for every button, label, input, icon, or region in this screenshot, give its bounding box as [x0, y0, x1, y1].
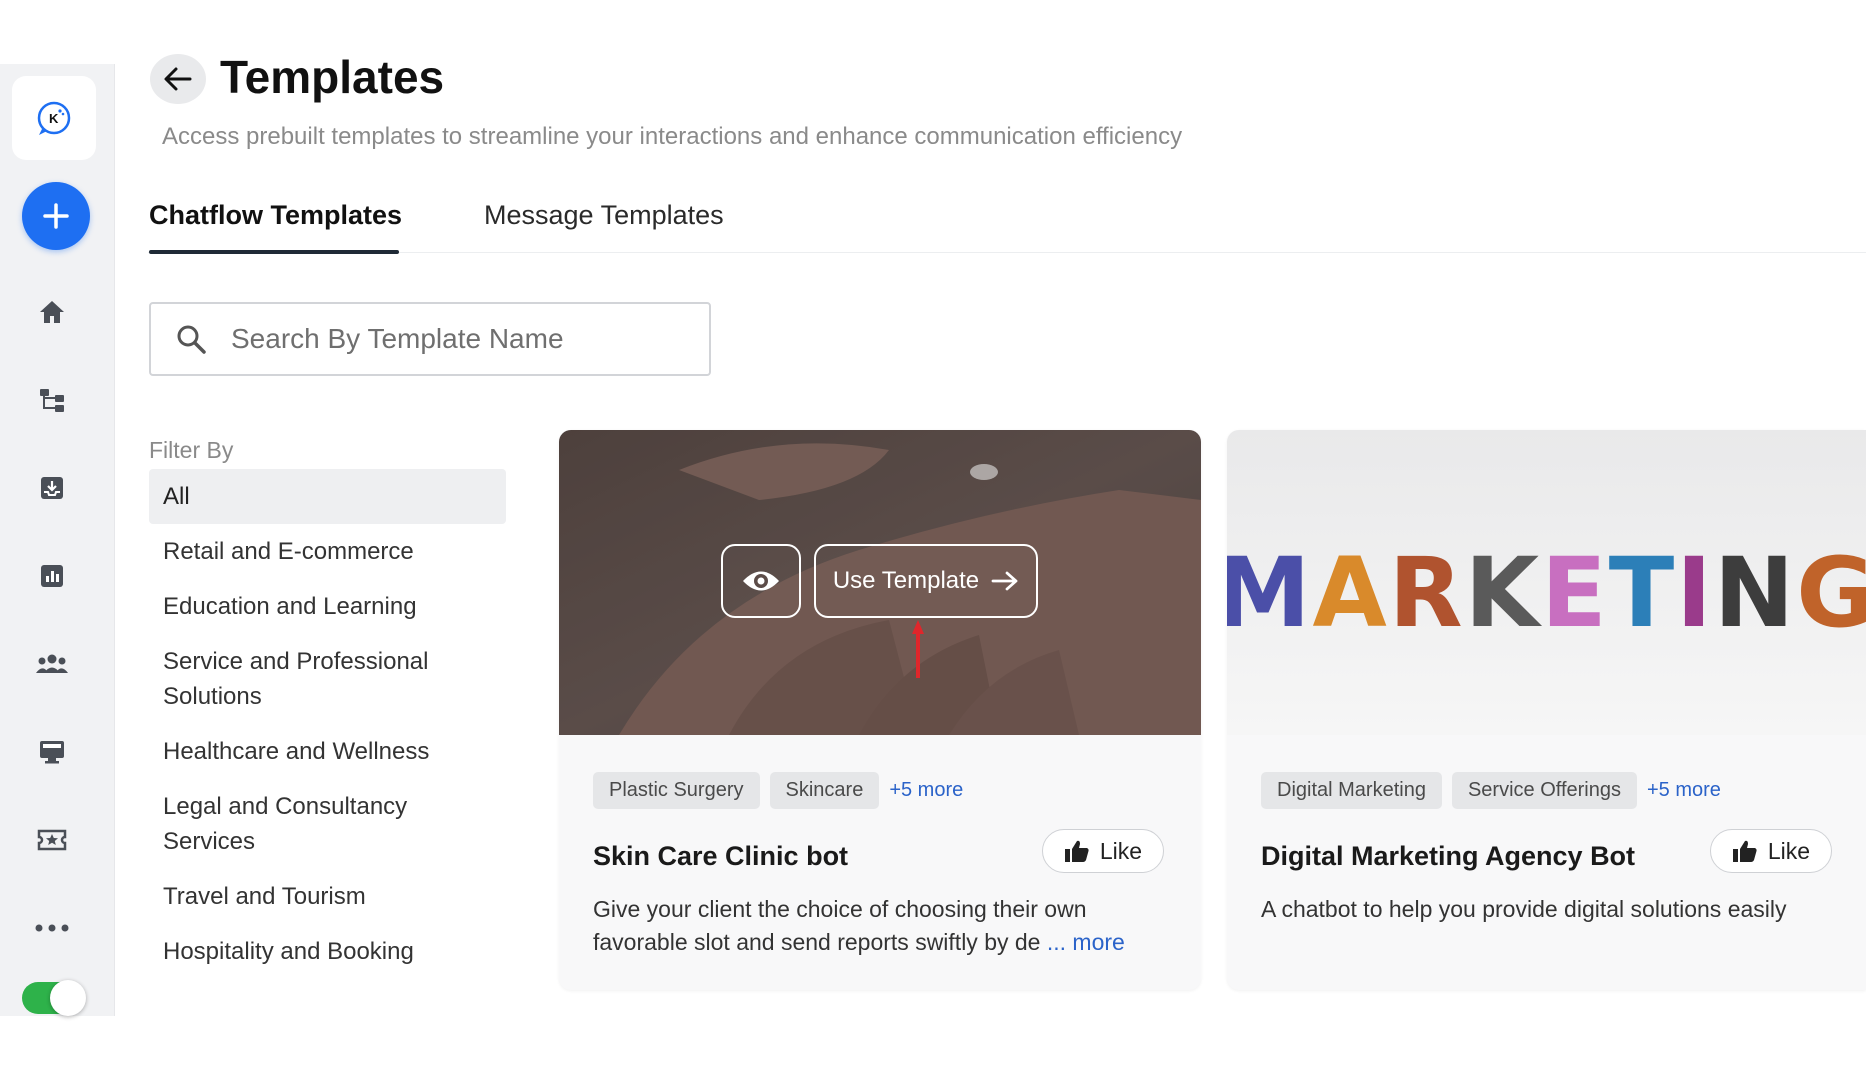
filter-label: Filter By — [149, 437, 234, 463]
tag-skincare[interactable]: Skincare — [769, 772, 880, 809]
more-icon — [35, 924, 69, 932]
like-label: Like — [1767, 837, 1811, 864]
filter-item-education[interactable]: Education and Learning — [149, 579, 506, 634]
eye-icon — [743, 571, 779, 591]
description-line: favorable slot and send reports swiftly … — [593, 926, 1125, 959]
use-template-button[interactable]: Use Template — [814, 544, 1038, 618]
card-description: A chatbot to help you provide digital so… — [1261, 893, 1787, 926]
ticket-icon — [37, 829, 67, 851]
nav-contacts[interactable] — [30, 642, 74, 686]
plus-icon — [43, 203, 69, 229]
sidebar: K — [0, 64, 115, 1016]
like-label: Like — [1099, 837, 1143, 864]
inbox-icon — [41, 477, 63, 499]
app-logo[interactable]: K — [12, 76, 96, 160]
like-button[interactable]: Like — [1710, 829, 1832, 873]
home-icon — [40, 301, 64, 323]
card-title: Skin Care Clinic bot — [593, 841, 849, 871]
nav-analytics[interactable] — [30, 554, 74, 598]
template-card-skin-care[interactable]: Use Template Plastic Surgery Skincare +5 m… — [559, 430, 1201, 990]
tabs-divider — [148, 252, 1866, 253]
arrow-left-icon — [164, 67, 192, 91]
card-description: Give your client the choice of choosing … — [593, 893, 1125, 959]
preview-button[interactable] — [721, 544, 801, 618]
svg-text:K: K — [49, 111, 59, 126]
arrow-right-icon — [991, 571, 1018, 591]
description-text: favorable slot and send reports swiftly … — [593, 929, 1041, 955]
search-icon — [177, 325, 206, 354]
logo-icon: K — [37, 101, 71, 135]
broadcast-icon — [40, 741, 64, 764]
filter-item-travel[interactable]: Travel and Tourism — [149, 869, 506, 924]
filter-item-legal[interactable]: Legal and Consultancy Services — [149, 779, 506, 869]
nav-flows[interactable] — [30, 378, 74, 422]
card-title: Digital Marketing Agency Bot — [1261, 841, 1636, 871]
back-button[interactable] — [150, 54, 206, 104]
nav-broadcast[interactable] — [30, 730, 74, 774]
search-box[interactable] — [149, 302, 711, 376]
card-image-marketing: MARKETING — [1227, 430, 1866, 735]
use-template-label: Use Template — [832, 567, 980, 594]
filter-item-service[interactable]: Service and Professional Solutions — [149, 634, 506, 724]
description-more-link[interactable]: ... more — [1047, 929, 1125, 955]
more-tags-link[interactable]: +5 more — [1647, 779, 1721, 802]
filter-item-retail[interactable]: Retail and E-commerce — [149, 524, 506, 579]
tag-service-offerings[interactable]: Service Offerings — [1451, 772, 1637, 809]
tab-message-templates[interactable]: Message Templates — [484, 200, 724, 231]
more-tags-link[interactable]: +5 more — [889, 779, 963, 802]
tag-digital-marketing[interactable]: Digital Marketing — [1261, 772, 1442, 809]
analytics-icon — [41, 565, 63, 587]
filter-item-healthcare[interactable]: Healthcare and Wellness — [149, 724, 506, 779]
card-image-skin-care: Use Template — [559, 430, 1201, 735]
filter-list: All Retail and E-commerce Education and … — [149, 469, 506, 979]
marketing-photo: MARKETING — [1227, 430, 1866, 735]
nav-home[interactable] — [30, 290, 74, 334]
nav-inbox[interactable] — [30, 466, 74, 510]
page-subtitle: Access prebuilt templates to streamline … — [162, 123, 1183, 150]
search-input[interactable] — [229, 322, 673, 356]
nav-more[interactable] — [30, 906, 74, 950]
contacts-icon — [36, 654, 68, 673]
filter-item-all[interactable]: All — [149, 469, 506, 524]
description-line: A chatbot to help you provide digital so… — [1261, 896, 1787, 922]
nav-tickets[interactable] — [30, 818, 74, 862]
card-tags: Plastic Surgery Skincare +5 more — [593, 772, 963, 809]
like-button[interactable]: Like — [1042, 829, 1164, 873]
page-title: Templates — [220, 51, 445, 103]
description-line: Give your client the choice of choosing … — [593, 896, 1087, 922]
active-tab-indicator — [149, 250, 399, 254]
tab-chatflow-templates[interactable]: Chatflow Templates — [149, 200, 402, 231]
thumbs-up-icon — [1732, 840, 1757, 862]
thumbs-up-icon — [1064, 840, 1089, 862]
card-tags: Digital Marketing Service Offerings +5 mor… — [1261, 772, 1721, 809]
marketing-word: MARKETING — [1227, 537, 1866, 649]
template-card-digital-marketing[interactable]: MARKETING Digital Marketing Service Offer… — [1227, 430, 1866, 990]
toggle-knob — [50, 980, 86, 1016]
tag-plastic-surgery[interactable]: Plastic Surgery — [593, 772, 760, 809]
status-toggle[interactable] — [22, 980, 86, 1016]
add-button[interactable] — [22, 182, 90, 250]
flow-icon — [40, 389, 64, 412]
filter-item-hospitality[interactable]: Hospitality and Booking — [149, 924, 506, 979]
cursor-arrow-icon — [912, 620, 924, 678]
